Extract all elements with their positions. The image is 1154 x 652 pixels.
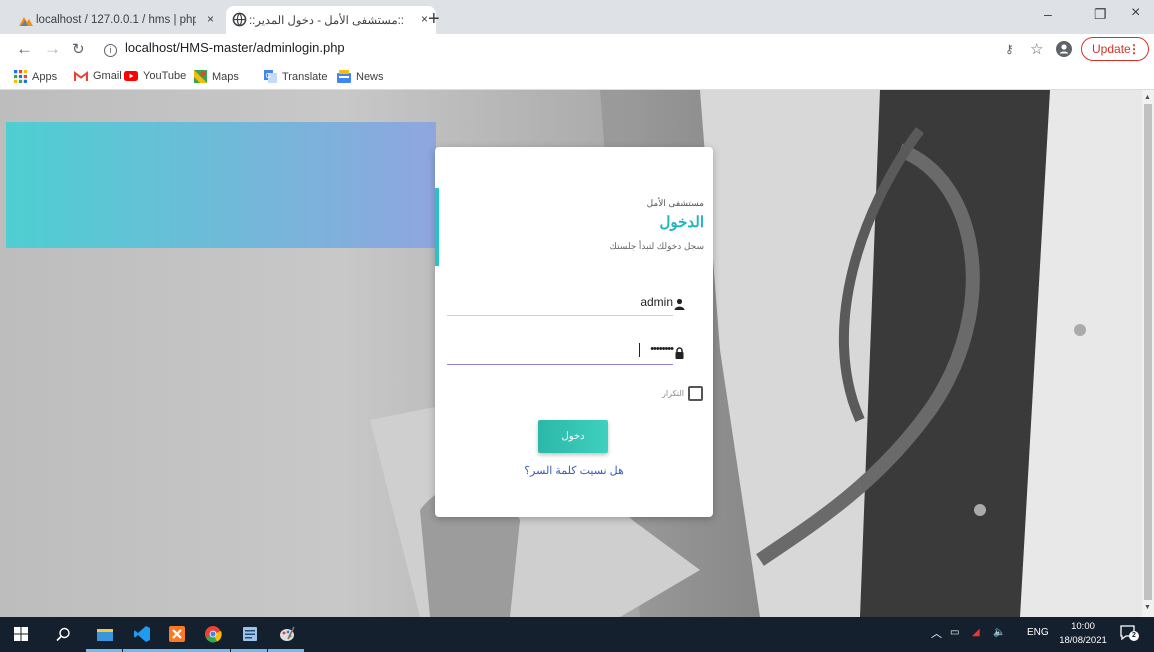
bookmark-label: Translate bbox=[282, 70, 328, 83]
globe-icon bbox=[232, 12, 247, 27]
notepad-icon[interactable] bbox=[241, 625, 259, 643]
tray-chevron-icon[interactable]: ︿ bbox=[931, 625, 942, 641]
phpmyadmin-icon bbox=[19, 17, 33, 26]
new-tab-button[interactable]: + bbox=[428, 8, 440, 31]
maps-icon bbox=[194, 70, 207, 83]
star-icon[interactable]: ☆ bbox=[1030, 40, 1043, 58]
bookmark-news[interactable]: News bbox=[337, 70, 384, 83]
login-subtitle: سجل دخولك لتبدأ جلستك bbox=[609, 241, 705, 251]
update-button[interactable]: Update ⋮ bbox=[1081, 37, 1149, 61]
battery-icon[interactable]: ▭ bbox=[950, 627, 959, 638]
tab-close-icon[interactable]: × bbox=[207, 12, 214, 26]
tab-admin-login[interactable]: ::مستشفى الأمل - دخول المدير:: × bbox=[226, 6, 436, 34]
login-title: الدخول bbox=[659, 214, 704, 231]
vscode-icon[interactable] bbox=[133, 625, 151, 643]
apps-grid-icon bbox=[14, 70, 27, 83]
tab-phpmyadmin[interactable]: localhost / 127.0.0.1 / hms | php × bbox=[8, 6, 222, 34]
forward-icon[interactable]: → bbox=[44, 39, 61, 59]
username-field[interactable]: admin bbox=[447, 290, 685, 316]
card-accent-bar bbox=[435, 188, 439, 266]
file-explorer-icon[interactable] bbox=[96, 625, 114, 643]
tab-title: localhost / 127.0.0.1 / hms | php bbox=[36, 14, 196, 26]
back-icon[interactable]: ← bbox=[16, 39, 33, 59]
bookmark-translate[interactable]: G Translate bbox=[264, 70, 327, 83]
network-icon[interactable]: ◢ bbox=[972, 627, 980, 638]
xampp-icon[interactable] bbox=[168, 625, 186, 643]
restore-button[interactable]: ❐ bbox=[1094, 6, 1107, 23]
scroll-down-icon[interactable]: ▼ bbox=[1144, 604, 1151, 611]
forgot-password-link[interactable]: هل نسيت كلمة السر؟ bbox=[435, 464, 713, 477]
browser-toolbar: ← → ↻ i localhost/HMS-master/adminlogin.p… bbox=[0, 34, 1154, 64]
windows-taskbar: ︿ ▭ ◢ 🔈 ENG 10:00 18/08/2021 2 bbox=[0, 617, 1154, 652]
bookmarks-bar: Apps Gmail YouTube Maps G Translate News bbox=[0, 64, 1154, 90]
screen: { "browser": { "tabs": [ {"label": "loca… bbox=[0, 0, 1154, 652]
tab-strip: localhost / 127.0.0.1 / hms | php × ::مس… bbox=[0, 0, 1154, 34]
url-text: localhost/HMS-master/adminlogin.php bbox=[125, 40, 345, 55]
bookmark-apps[interactable]: Apps bbox=[14, 70, 57, 83]
bookmark-gmail[interactable]: Gmail bbox=[74, 70, 122, 82]
bookmark-youtube[interactable]: YouTube bbox=[124, 70, 186, 82]
notification-count: 2 bbox=[1129, 631, 1139, 641]
user-icon bbox=[674, 298, 685, 310]
svg-text:G: G bbox=[266, 73, 271, 80]
bookmark-label: Gmail bbox=[93, 70, 122, 82]
bookmark-label: News bbox=[356, 70, 384, 83]
system-clock[interactable]: 10:00 18/08/2021 bbox=[1058, 620, 1108, 648]
windows-start-icon[interactable] bbox=[14, 627, 28, 641]
reload-icon[interactable]: ↻ bbox=[72, 40, 85, 58]
volume-icon[interactable]: 🔈 bbox=[993, 627, 1005, 638]
menu-dots-icon: ⋮ bbox=[1128, 42, 1140, 56]
login-button[interactable]: دخول bbox=[538, 420, 608, 453]
info-icon[interactable]: i bbox=[104, 44, 117, 57]
remember-me[interactable]: التكرار bbox=[662, 386, 703, 401]
clock-date: 18/08/2021 bbox=[1059, 635, 1107, 646]
translate-icon: G bbox=[264, 70, 277, 83]
bookmark-label: YouTube bbox=[143, 70, 187, 82]
clock-time: 10:00 bbox=[1071, 621, 1095, 632]
chrome-icon[interactable] bbox=[204, 625, 222, 643]
profile-icon[interactable] bbox=[1056, 41, 1072, 57]
password-value: •••••••• bbox=[650, 343, 674, 355]
password-field[interactable]: •••••••• bbox=[447, 339, 684, 365]
paint-icon[interactable] bbox=[278, 625, 296, 643]
minimize-button[interactable]: – bbox=[1044, 6, 1052, 22]
tab-title: ::مستشفى الأمل - دخول المدير:: bbox=[248, 15, 404, 27]
remember-label: التكرار bbox=[662, 389, 684, 398]
close-window-button[interactable]: × bbox=[1131, 4, 1140, 22]
bookmark-maps[interactable]: Maps bbox=[194, 70, 239, 83]
page-scrollbar[interactable]: ▲ ▼ bbox=[1142, 90, 1154, 617]
notification-center-icon[interactable]: 2 bbox=[1120, 625, 1140, 643]
login-card: مستشفى الأمل الدخول سجل دخولك لتبدأ جلست… bbox=[435, 147, 713, 517]
address-bar[interactable]: i localhost/HMS-master/adminlogin.php bbox=[104, 40, 345, 57]
username-value: admin bbox=[640, 295, 673, 309]
lock-icon bbox=[675, 347, 684, 359]
update-label: Update bbox=[1092, 42, 1131, 56]
bookmark-label: Maps bbox=[212, 70, 239, 83]
bookmark-label: Apps bbox=[32, 70, 58, 83]
gmail-icon bbox=[74, 70, 88, 81]
scroll-up-icon[interactable]: ▲ bbox=[1144, 94, 1151, 101]
scroll-thumb[interactable] bbox=[1144, 104, 1152, 600]
news-icon bbox=[337, 70, 351, 83]
tab-close-icon[interactable]: × bbox=[421, 12, 428, 26]
youtube-icon bbox=[124, 71, 138, 81]
hero-gradient-band bbox=[6, 122, 436, 248]
remember-checkbox[interactable] bbox=[688, 386, 703, 401]
text-cursor bbox=[639, 343, 640, 357]
language-indicator[interactable]: ENG bbox=[1027, 627, 1049, 638]
search-icon[interactable] bbox=[56, 627, 71, 642]
hospital-name: مستشفى الأمل bbox=[646, 198, 704, 208]
key-icon[interactable]: ⚷ bbox=[1005, 42, 1014, 56]
